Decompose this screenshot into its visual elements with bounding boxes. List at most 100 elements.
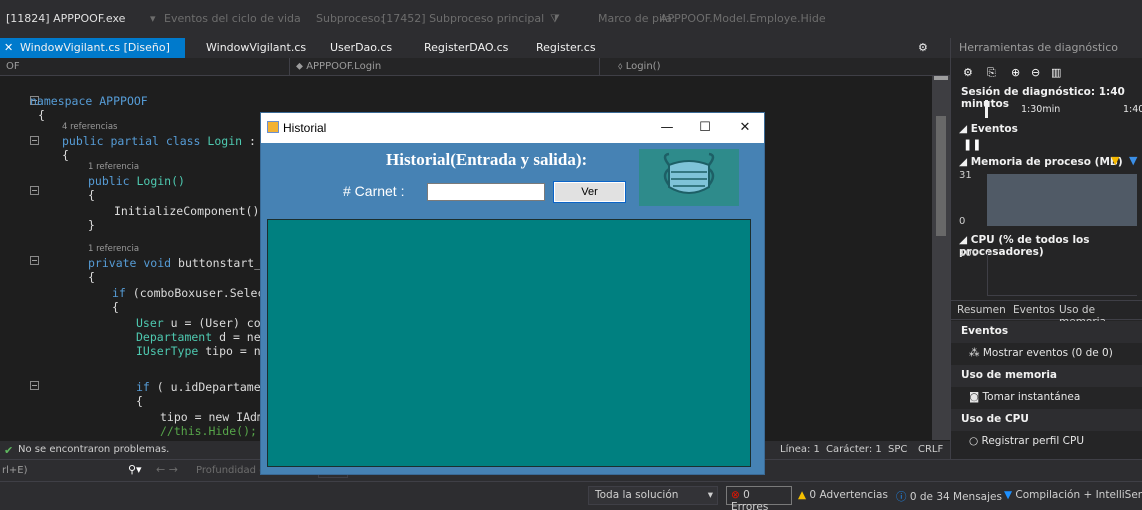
lifecycle-events-button[interactable]: Eventos del ciclo de vida (164, 12, 301, 25)
code-line: { (88, 270, 95, 284)
code-line: { (38, 108, 45, 122)
char-indicator: Carácter: 1 (826, 444, 882, 455)
timeline-cursor[interactable] (985, 100, 988, 118)
messages-filter[interactable]: ⓘ 0 de 34 Mensajes (896, 489, 1002, 504)
cpu-max: 100 (959, 248, 979, 259)
events-section: ◢ Eventos (959, 123, 1018, 135)
carnet-input[interactable] (427, 183, 545, 201)
tab-resumen[interactable]: Resumen (957, 304, 1006, 316)
editor-scrollbar[interactable] (932, 76, 950, 440)
section-cpu: Uso de CPU (951, 409, 1142, 431)
close-icon[interactable]: ✕ (4, 41, 13, 54)
window-titlebar[interactable]: Historial — ☐ ✕ (261, 113, 764, 143)
maximize-button[interactable]: ☐ (691, 118, 719, 138)
stack-frame-selector[interactable]: APPPOOF.Model.Employe.Hide (660, 12, 826, 25)
close-button[interactable]: ✕ (731, 118, 759, 138)
history-data-grid[interactable] (267, 219, 751, 467)
code-line: { (62, 148, 69, 162)
spacing-indicator[interactable]: SPC (888, 444, 907, 455)
face-mask-icon (663, 152, 715, 194)
cpu-graph (987, 252, 1137, 296)
code-comment: //this.Hide(); (160, 424, 257, 438)
code-line: IUserType tipo = new (136, 344, 275, 358)
gear-icon[interactable]: ⚙ (918, 41, 928, 54)
check-icon: ✔ (4, 444, 14, 457)
collapse-toggle[interactable] (30, 256, 39, 265)
problems-text[interactable]: No se encontraron problemas. (18, 444, 169, 455)
info-icon: ⓘ (896, 491, 907, 503)
line-indicator: Línea: 1 (780, 444, 820, 455)
code-line: { (88, 188, 95, 202)
code-line: InitializeComponent(); (114, 204, 267, 218)
code-line: } (88, 218, 95, 232)
reference-count[interactable]: 4 referencias (62, 122, 117, 132)
record-icon: ○ (969, 435, 982, 447)
reference-count[interactable]: 1 referencia (88, 162, 139, 172)
mask-image (639, 149, 739, 206)
reference-count[interactable]: 1 referencia (88, 244, 139, 254)
memory-max: 31 (959, 170, 972, 181)
chevron-down-icon[interactable]: ▾ (150, 12, 156, 25)
back-forward-icon[interactable]: ← → (156, 463, 178, 476)
method-icon: ⬨ (618, 61, 626, 72)
code-line: { (112, 300, 119, 314)
thread-selector[interactable]: [17452] Subproceso principal (382, 12, 544, 25)
timeline-tick: 1:30min (1021, 104, 1061, 115)
collapse-toggle[interactable] (30, 381, 39, 390)
export-icon[interactable]: ⎘ (987, 66, 996, 80)
events-icon: ⁂ (969, 347, 983, 359)
carnet-label: # Carnet : (343, 183, 405, 199)
member-dropdown[interactable]: ⬨ Login() (600, 58, 932, 76)
scrollbar-thumb[interactable] (936, 116, 946, 236)
app-icon (267, 121, 279, 133)
section-eventos: Eventos (951, 321, 1142, 343)
settings-icon[interactable]: ⚙ (963, 66, 973, 79)
code-line: public Login() (88, 174, 185, 188)
project-dropdown[interactable]: OF (0, 58, 290, 76)
document-tabs: ✕ WindowVigilant.cs [Diseño] WindowVigil… (0, 38, 950, 58)
minimize-button[interactable]: — (653, 118, 681, 138)
collapse-toggle[interactable] (30, 186, 39, 195)
historial-window: Historial — ☐ ✕ Historial(Entrada y sali… (260, 112, 765, 475)
tab-windowvigilant-design[interactable]: WindowVigilant.cs [Diseño] (20, 41, 170, 54)
zoom-in-icon[interactable]: ⊕ (1011, 66, 1020, 79)
thread-label: Subproceso: (316, 12, 384, 25)
memory-graph (987, 174, 1137, 226)
window-title: Historial (283, 121, 327, 135)
show-events-link[interactable]: ⁂ Mostrar eventos (0 de 0) (951, 343, 1142, 365)
tab-register[interactable]: Register.cs (536, 41, 596, 54)
code-line: private void buttonstart_Clic (88, 256, 289, 270)
snapshot-marker-icon: ▼ (1111, 154, 1120, 167)
form-heading: Historial(Entrada y salida): (386, 150, 588, 169)
code-line: { (136, 394, 143, 408)
navigation-bar: OF ⬥ APPPOOF.Login ⬨ Login() (0, 58, 950, 76)
tab-eventos[interactable]: Eventos (1013, 304, 1055, 316)
code-line: namespace APPPOOF (30, 94, 148, 108)
search-icon[interactable]: ⚲▾ (128, 463, 142, 476)
memory-section: ◢ Memoria de proceso (MB) (959, 156, 1123, 168)
error-icon: ⊗ (731, 489, 740, 501)
process-selector[interactable]: [11824] APPPOOF.exe (6, 12, 125, 25)
errors-filter[interactable]: ⊗ 0 Errores (726, 486, 792, 510)
diagnostics-tabs: Resumen Eventos Uso de memoria (951, 300, 1142, 328)
class-icon: ⬥ (296, 61, 307, 72)
warnings-filter[interactable]: ▲ 0 Advertencias (798, 489, 888, 501)
build-filter[interactable]: ▼ Compilación + IntelliSen (1004, 489, 1142, 501)
scope-dropdown[interactable]: Toda la solución ▾ (588, 486, 718, 505)
record-cpu-profile-button[interactable]: ○ Registrar perfil CPU (951, 431, 1142, 453)
tab-userdao[interactable]: UserDao.cs (330, 41, 392, 54)
warning-icon: ▲ (798, 489, 807, 501)
collapse-toggle[interactable] (30, 136, 39, 145)
tab-windowvigilant[interactable]: WindowVigilant.cs (206, 41, 306, 54)
take-snapshot-button[interactable]: ◙ Tomar instantánea (951, 387, 1142, 409)
ver-button[interactable]: Ver (553, 181, 626, 203)
line-ending-indicator[interactable]: CRLF (918, 444, 943, 455)
filter-icon[interactable]: ⧩ (550, 12, 560, 26)
camera-icon: ◙ (969, 391, 983, 403)
tab-registerdao[interactable]: RegisterDAO.cs (424, 41, 508, 54)
shortcut-hint: rl+E) (2, 465, 28, 476)
chart-icon[interactable]: ▥ (1051, 66, 1061, 79)
zoom-out-icon[interactable]: ⊖ (1031, 66, 1040, 79)
class-dropdown[interactable]: ⬥ APPPOOF.Login (290, 58, 600, 76)
code-line: public partial class Login : Form (62, 134, 291, 148)
